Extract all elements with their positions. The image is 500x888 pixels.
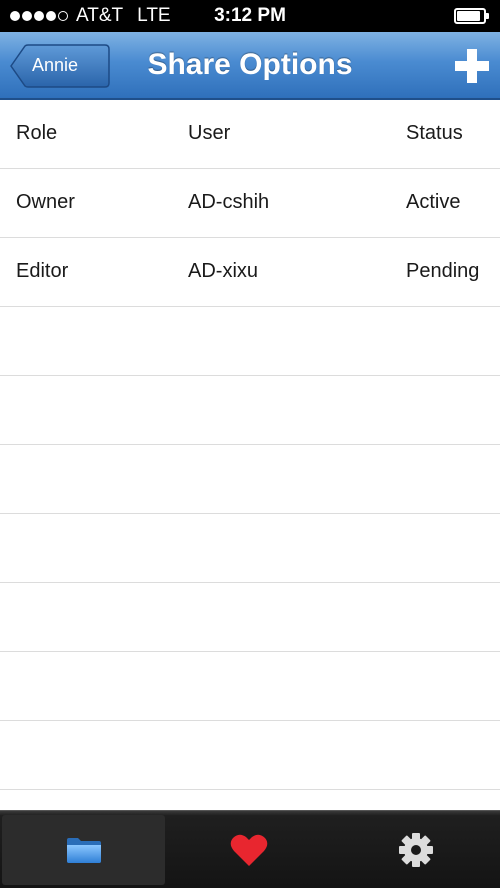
signal-dot <box>58 11 68 21</box>
empty-row <box>0 652 500 721</box>
header-status: Status <box>406 122 463 144</box>
network-type: LTE <box>137 5 171 26</box>
battery-tip <box>486 13 489 19</box>
signal-dot <box>34 11 44 21</box>
page-title: Share Options <box>147 48 353 81</box>
header-role: Role <box>16 122 58 144</box>
empty-row <box>0 376 500 445</box>
plus-icon <box>455 49 489 83</box>
header-user: User <box>188 122 231 144</box>
gear-icon <box>398 833 433 867</box>
status-bar: AT&T LTE 3:12 PM <box>0 0 500 32</box>
row-user: AD-cshih <box>188 191 270 213</box>
share-table: Role User Status Owner AD-cshih Active E… <box>0 100 500 810</box>
tab-bar <box>0 810 500 888</box>
empty-row <box>0 307 500 376</box>
empty-row <box>0 583 500 652</box>
tab-files[interactable] <box>2 815 165 885</box>
empty-row <box>0 790 500 810</box>
signal-strength-icon <box>10 11 70 21</box>
battery-fill <box>457 11 480 21</box>
back-button[interactable]: Annie <box>10 44 110 88</box>
add-share-button[interactable] <box>452 46 492 86</box>
row-role: Editor <box>16 260 69 282</box>
table-row[interactable]: Editor AD-xixu Pending <box>0 238 500 307</box>
status-left: AT&T LTE <box>10 5 171 27</box>
row-status: Active <box>406 191 461 213</box>
signal-dot <box>10 11 20 21</box>
signal-dot <box>46 11 56 21</box>
screen: AT&T LTE 3:12 PM Annie Share Options Rol… <box>0 0 500 888</box>
folder-icon <box>66 838 101 863</box>
heart-icon <box>230 834 268 866</box>
battery-icon <box>454 8 490 24</box>
table-row[interactable]: Owner AD-cshih Active <box>0 169 500 238</box>
signal-dot <box>22 11 32 21</box>
back-button-label: Annie <box>32 55 79 75</box>
empty-row <box>0 721 500 790</box>
empty-row <box>0 514 500 583</box>
table-header-row: Role User Status <box>0 100 500 169</box>
navigation-bar: Annie Share Options <box>0 32 500 100</box>
empty-row <box>0 445 500 514</box>
row-role: Owner <box>16 191 75 213</box>
row-status: Pending <box>406 260 480 282</box>
tab-settings[interactable] <box>333 815 498 885</box>
row-user: AD-xixu <box>188 260 259 282</box>
carrier-name: AT&T <box>76 5 124 26</box>
tab-favorites[interactable] <box>167 815 331 885</box>
